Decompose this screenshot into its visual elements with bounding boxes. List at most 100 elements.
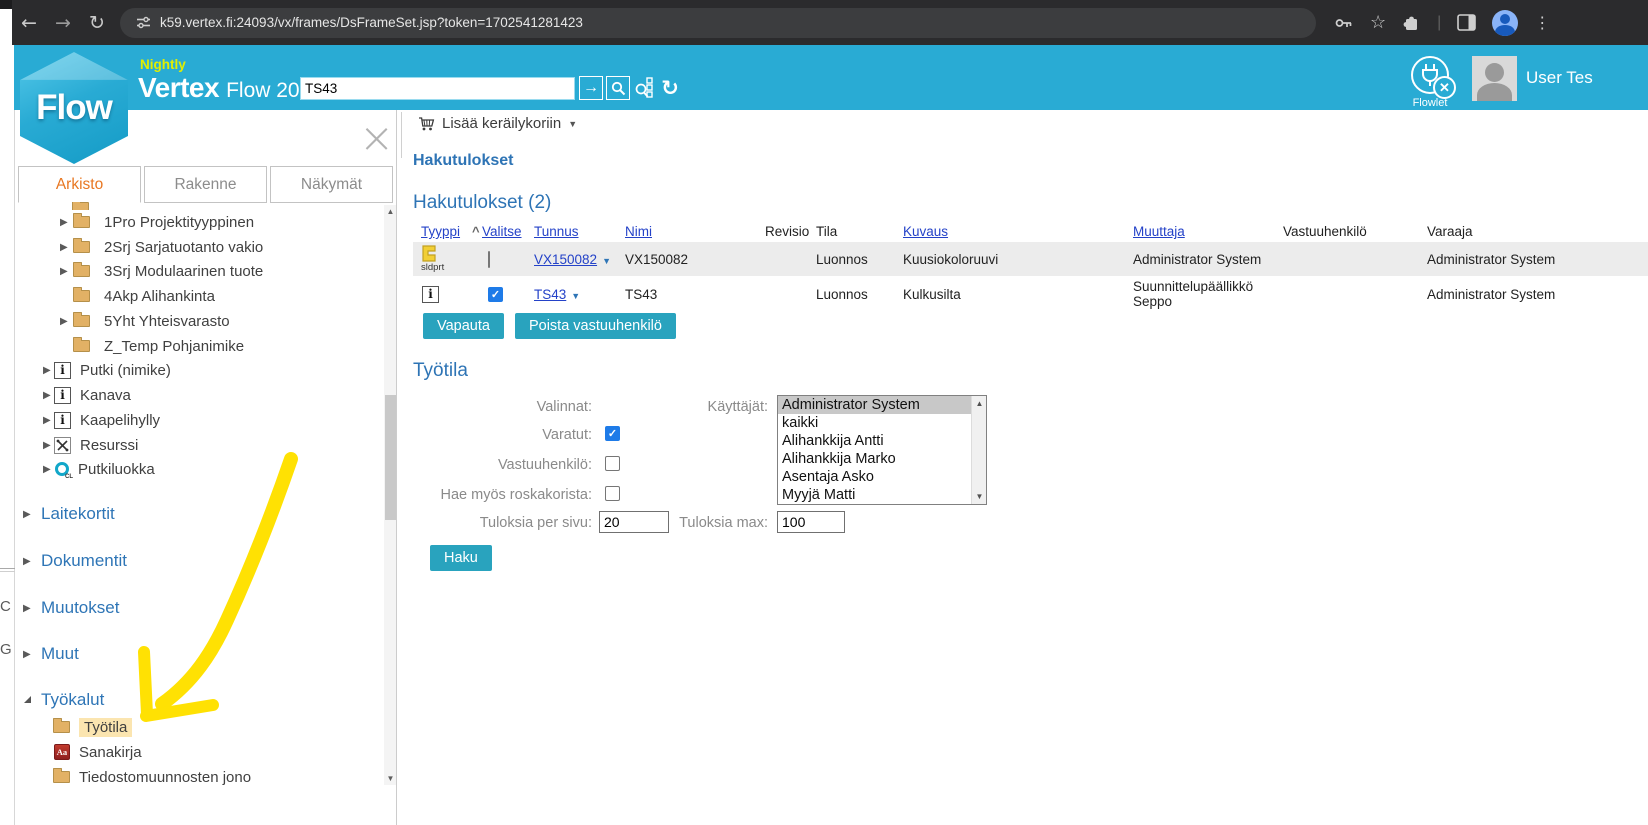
sidebar-section[interactable]: ▶ Muut: [15, 643, 79, 665]
tree-item-label[interactable]: Työtila: [79, 718, 132, 737]
tree-item[interactable]: Z_Temp Pohjanimike: [15, 335, 244, 357]
section-label[interactable]: Muutokset: [41, 598, 119, 618]
item-link[interactable]: TS43: [534, 287, 566, 302]
tree-item[interactable]: 4Akp Alihankinta: [15, 285, 215, 307]
extensions-puzzle-icon[interactable]: [1402, 13, 1421, 32]
tab-rakenne[interactable]: Rakenne: [144, 166, 267, 203]
browser-forward-icon[interactable]: →: [46, 12, 80, 34]
chevron-right-icon[interactable]: ▶: [43, 464, 53, 475]
poista-vastuuhenkilo-button[interactable]: Poista vastuuhenkilö: [515, 313, 676, 339]
sidebar-section[interactable]: ▶ Dokumentit: [15, 550, 127, 572]
listbox-option-selected[interactable]: Administrator System: [778, 396, 986, 414]
side-panel-icon[interactable]: [1457, 14, 1476, 31]
search-history-icon[interactable]: ↻: [658, 76, 682, 100]
chevron-right-icon[interactable]: ▶: [60, 217, 70, 228]
tree-item[interactable]: ▶3Srj Modulaarinen tuote: [15, 260, 263, 282]
chevron-right-icon[interactable]: ▶: [23, 509, 33, 520]
chevron-down-icon[interactable]: ▼: [571, 291, 580, 301]
vastuuhenkilo-checkbox[interactable]: [605, 456, 620, 471]
sidebar-section[interactable]: ▶Laitekortit: [15, 503, 115, 525]
section-label[interactable]: Muut: [41, 644, 79, 664]
varatut-checkbox[interactable]: ✓: [605, 426, 620, 441]
browser-reload-icon[interactable]: ↻: [80, 12, 114, 34]
scroll-up-icon[interactable]: ▲: [972, 396, 987, 411]
tree-item-label[interactable]: Kaapelihylly: [80, 412, 160, 429]
tree-item-label[interactable]: Sanakirja: [79, 744, 142, 761]
browser-profile-avatar[interactable]: [1492, 10, 1518, 36]
listbox-option[interactable]: Alihankkija Antti: [778, 432, 986, 450]
listbox-option[interactable]: Myyjä Matti: [778, 486, 986, 504]
scrollbar-thumb[interactable]: [385, 395, 396, 520]
user-avatar[interactable]: [1472, 56, 1517, 101]
table-row[interactable]: i ✓ TS43▼ TS43 Luonnos Kulkusilta Suunni…: [413, 277, 1648, 311]
browser-back-icon[interactable]: ←: [12, 12, 46, 34]
section-label[interactable]: Dokumentit: [41, 551, 127, 571]
chevron-right-icon[interactable]: ▶: [23, 649, 33, 660]
browser-menu-icon[interactable]: ⋮: [1534, 13, 1550, 33]
address-bar[interactable]: k59.vertex.fi:24093/vx/frames/DsFrameSet…: [120, 8, 1316, 38]
tree-item-label[interactable]: Resurssi: [80, 437, 138, 454]
col-kuvaus[interactable]: Kuvaus: [903, 224, 1133, 239]
tree-item-label[interactable]: Putki (nimike): [80, 362, 171, 379]
tree-item-label[interactable]: 1Pro Projektityyppinen: [104, 214, 254, 231]
col-tunnus[interactable]: Tunnus: [534, 224, 625, 239]
chevron-down-icon[interactable]: ▼: [568, 119, 577, 129]
tree-item[interactable]: ▶iKaapelihylly: [15, 409, 160, 431]
structure-search-icon[interactable]: [634, 76, 658, 100]
chevron-right-icon[interactable]: ▶: [43, 415, 53, 426]
tree-item-label[interactable]: 5Yht Yhteisvarasto: [104, 313, 230, 330]
chevron-right-icon[interactable]: ▶: [43, 390, 53, 401]
listbox-option[interactable]: Asentaja Asko: [778, 468, 986, 486]
chevron-right-icon[interactable]: ▶: [60, 266, 70, 277]
chevron-right-icon[interactable]: ▶: [23, 603, 33, 614]
tree-item-tyotila[interactable]: Työtila: [15, 716, 132, 738]
chevron-down-icon[interactable]: ▼: [602, 256, 611, 266]
chevron-right-icon[interactable]: ▶: [23, 556, 33, 567]
search-magnifier-button[interactable]: [606, 76, 630, 100]
collect-basket-label[interactable]: Lisää keräilykoriin: [442, 115, 561, 132]
scroll-down-icon[interactable]: ▼: [972, 489, 987, 504]
col-tyyppi[interactable]: Tyyppi^: [413, 224, 482, 239]
chevron-right-icon[interactable]: ▶: [60, 242, 70, 253]
tree-item-muunnosjono[interactable]: Tiedostomuunnosten jono: [15, 766, 251, 788]
haku-button[interactable]: Haku: [430, 545, 492, 571]
tree-item-label[interactable]: Kanava: [80, 387, 131, 404]
roskakori-checkbox[interactable]: [605, 486, 620, 501]
flowlet-button[interactable]: ✕ Flowlet: [1400, 56, 1460, 109]
row-checkbox[interactable]: [488, 251, 490, 268]
vapauta-button[interactable]: Vapauta: [423, 313, 504, 339]
tree-item-label[interactable]: Tiedostomuunnosten jono: [79, 769, 251, 786]
chevron-expanded-icon[interactable]: [23, 695, 33, 706]
listbox-scrollbar[interactable]: ▲ ▼: [971, 396, 986, 504]
row-checkbox-checked[interactable]: ✓: [488, 287, 503, 302]
tree-item-sanakirja[interactable]: AaSanakirja: [15, 741, 142, 763]
close-icon[interactable]: ×: [359, 118, 394, 158]
sidebar-section-tyokalut[interactable]: Työkalut: [15, 689, 104, 711]
quick-search-input[interactable]: [300, 77, 575, 100]
chevron-right-icon[interactable]: ▶: [43, 440, 53, 451]
users-listbox[interactable]: Administrator System kaikki Alihankkija …: [777, 395, 987, 505]
search-go-button[interactable]: →: [579, 76, 603, 100]
col-muuttaja[interactable]: Muuttaja: [1133, 224, 1283, 239]
sidebar-section[interactable]: ▶ Muutokset: [15, 597, 119, 619]
section-label[interactable]: Työkalut: [41, 690, 104, 710]
listbox-option[interactable]: kaikki: [778, 414, 986, 432]
item-link[interactable]: VX150082: [534, 252, 597, 267]
tree-item-label[interactable]: 2Srj Sarjatuotanto vakio: [104, 239, 263, 256]
tree-item-label[interactable]: Z_Temp Pohjanimike: [104, 338, 244, 355]
chevron-right-icon[interactable]: ▶: [60, 316, 70, 327]
tab-nakymat[interactable]: Näkymät: [270, 166, 393, 203]
tree-item-label[interactable]: Putkiluokka: [78, 461, 155, 478]
max-input[interactable]: [777, 511, 845, 533]
chevron-right-icon[interactable]: ▶: [43, 365, 53, 376]
bookmark-star-icon[interactable]: ☆: [1370, 12, 1386, 33]
tree-item[interactable]: ▶iPutki (nimike): [15, 359, 171, 381]
tree-item[interactable]: ▶ 1Pro Projektityyppinen: [15, 211, 254, 233]
listbox-option[interactable]: Alihankkija Marko: [778, 450, 986, 468]
tree-item[interactable]: ▶ Putkiluokka: [15, 458, 155, 480]
tree-item[interactable]: ▶ 5Yht Yhteisvarasto: [15, 310, 230, 332]
tree-item[interactable]: ▶ Resurssi: [15, 434, 138, 456]
tree-item[interactable]: ▶iKanava: [15, 384, 131, 406]
tree-item-label[interactable]: 4Akp Alihankinta: [104, 288, 215, 305]
collect-basket-dropdown[interactable]: Lisää keräilykoriin ▼: [418, 115, 577, 132]
